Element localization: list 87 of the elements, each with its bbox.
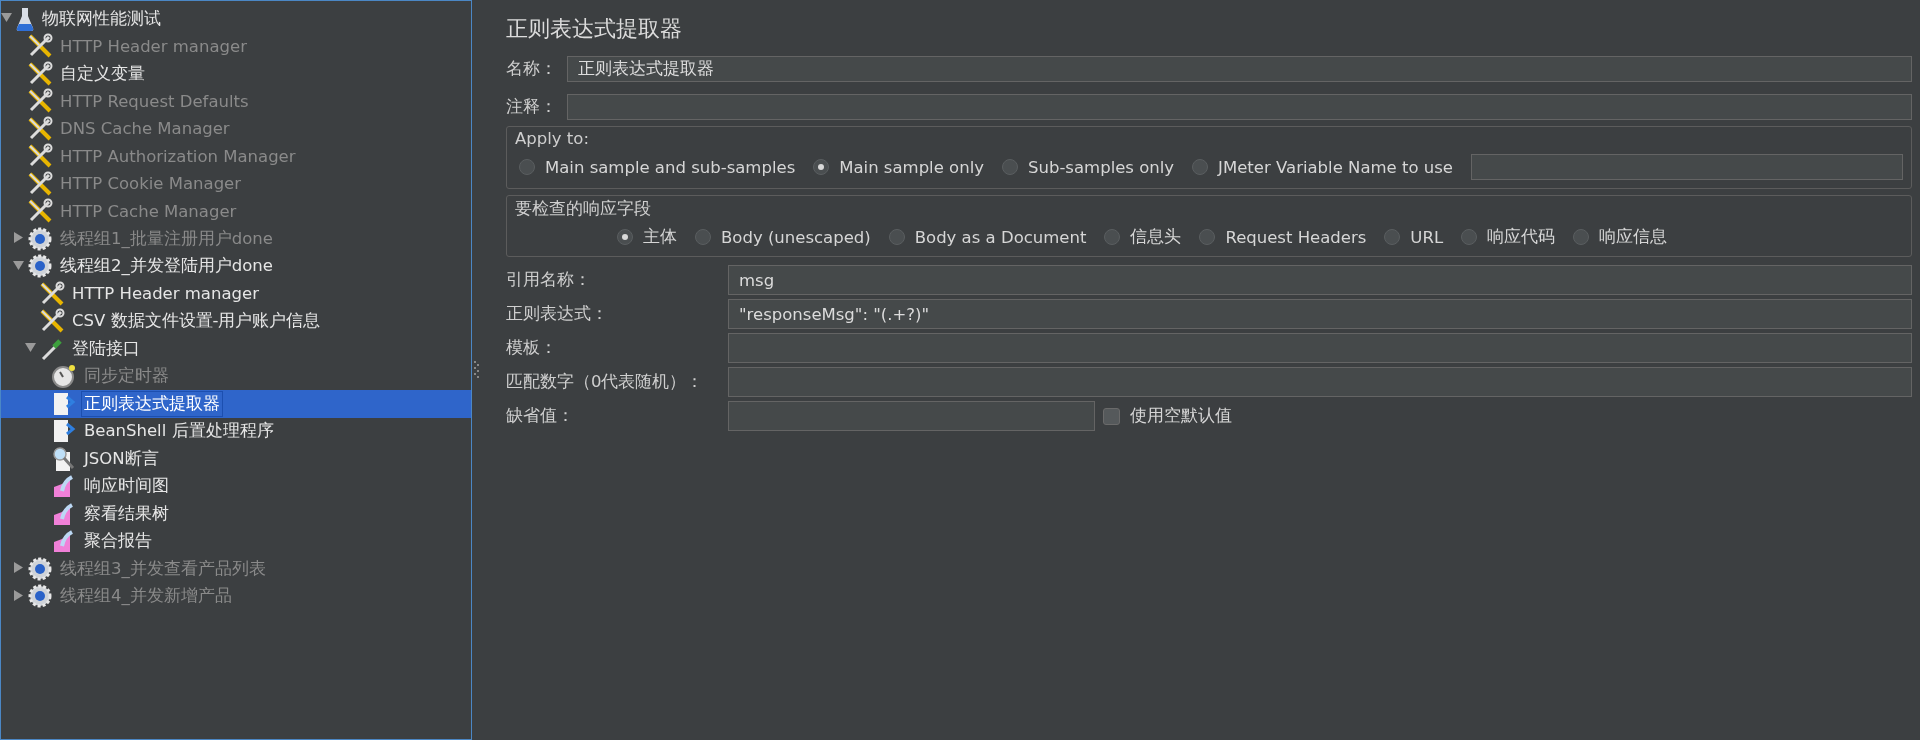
- tree-item-label: 察看结果树: [83, 502, 170, 525]
- tree-row[interactable]: 线程组2_并发登陆用户done: [1, 252, 471, 280]
- default-value-field[interactable]: [728, 401, 1095, 431]
- group-legend: Apply to:: [515, 129, 1903, 148]
- param-field[interactable]: msg: [728, 265, 1912, 295]
- radio-option[interactable]: Body (unescaped): [695, 227, 871, 247]
- radio-option[interactable]: JMeter Variable Name to use: [1192, 157, 1453, 177]
- flask-icon: [15, 5, 35, 32]
- radio-option[interactable]: 信息头: [1104, 226, 1182, 248]
- tree-row[interactable]: BeanShell 后置处理程序: [1, 417, 471, 445]
- tree-item-label: HTTP Header manager: [71, 283, 260, 306]
- tree-row[interactable]: CSV 数据文件设置-用户账户信息: [1, 307, 471, 335]
- tree-item-label: DNS Cache Manager: [59, 118, 231, 141]
- tree-row[interactable]: 聚合报告: [1, 527, 471, 555]
- tree-item-label: 线程组1_批量注册用户done: [59, 227, 274, 250]
- tree-row[interactable]: 察看结果树: [1, 500, 471, 528]
- radio-option[interactable]: URL: [1384, 227, 1444, 247]
- radio-option[interactable]: Request Headers: [1199, 227, 1367, 247]
- wrench-screwdriver-icon: [27, 88, 53, 115]
- wrench-screwdriver-icon: [27, 33, 53, 60]
- comment-label: 注释：: [506, 96, 557, 118]
- tree-row[interactable]: 正则表达式提取器: [1, 390, 471, 418]
- param-label: 正则表达式：: [506, 303, 609, 325]
- document-arrow-icon: [51, 390, 77, 417]
- expanded-arrow-icon[interactable]: [25, 342, 36, 354]
- tree-row[interactable]: HTTP Header manager: [1, 280, 471, 308]
- wrench-screwdriver-icon: [27, 170, 53, 197]
- expanded-arrow-icon[interactable]: [1, 12, 12, 24]
- editor-title: 正则表达式提取器: [506, 15, 683, 43]
- expanded-arrow-icon[interactable]: [13, 259, 24, 271]
- name-field[interactable]: 正则表达式提取器: [567, 56, 1912, 82]
- param-field[interactable]: [728, 333, 1912, 363]
- tree-item-label: 线程组2_并发登陆用户done: [59, 255, 274, 278]
- radio-option[interactable]: Main sample only: [813, 157, 984, 177]
- param-field[interactable]: [728, 367, 1912, 397]
- radio-option[interactable]: Main sample and sub-samples: [519, 157, 796, 177]
- gear-icon: [27, 253, 53, 280]
- param-label: 引用名称：: [506, 269, 592, 291]
- tree-item-label: HTTP Cookie Manager: [59, 173, 243, 196]
- splitter-grip-icon[interactable]: [474, 361, 480, 379]
- gear-icon: [27, 555, 53, 582]
- tree-row[interactable]: 自定义变量: [1, 60, 471, 88]
- tree-item-label: CSV 数据文件设置-用户账户信息: [71, 310, 322, 333]
- param-label: 模板：: [506, 337, 558, 359]
- stopwatch-icon: [51, 363, 77, 390]
- tree-item-label: JSON断言: [82, 447, 160, 470]
- tree-item-label: HTTP Authorization Manager: [59, 145, 297, 168]
- tree-item-label: 自定义变量: [59, 62, 146, 85]
- param-field[interactable]: "responseMsg": "(.+?)": [728, 299, 1912, 329]
- radio-option[interactable]: 响应代码: [1461, 226, 1556, 248]
- param-label: 匹配数字（0代表随机）：: [506, 371, 705, 393]
- tree-row[interactable]: 物联网性能测试: [1, 5, 471, 33]
- tree-item-label: 登陆接口: [71, 337, 141, 360]
- wrench-screwdriver-icon: [39, 280, 65, 307]
- wrench-screwdriver-icon: [39, 308, 65, 335]
- variable-name-field[interactable]: [1471, 154, 1903, 180]
- wrench-screwdriver-icon: [27, 60, 53, 87]
- name-label: 名称：: [506, 58, 557, 80]
- tree-row[interactable]: 登陆接口: [1, 335, 471, 363]
- wrench-screwdriver-icon: [27, 198, 53, 225]
- tree-item-label: HTTP Cache Manager: [59, 200, 238, 223]
- tree-row[interactable]: JSON断言: [1, 445, 471, 473]
- tree-item-label: BeanShell 后置处理程序: [83, 420, 275, 443]
- tree-item-label: 物联网性能测试: [41, 7, 162, 30]
- wrench-screwdriver-icon: [27, 143, 53, 170]
- tree-item-label: 同步定时器: [83, 365, 170, 388]
- tree-item-label: 线程组3_并发查看产品列表: [59, 557, 267, 580]
- tree-item-label: 聚合报告: [83, 530, 153, 553]
- tree-row[interactable]: 响应时间图: [1, 472, 471, 500]
- default-value-label: 缺省值：: [506, 405, 575, 427]
- wrench-screwdriver-icon: [27, 115, 53, 142]
- gear-icon: [27, 583, 53, 610]
- tree-item-label: 响应时间图: [83, 475, 170, 498]
- gear-icon: [27, 225, 53, 252]
- tree-item-label: 正则表达式提取器: [81, 390, 223, 417]
- magnifier-icon: [51, 445, 77, 472]
- tree-item-label: HTTP Request Defaults: [59, 90, 250, 113]
- tree-item-label: HTTP Header manager: [59, 35, 248, 58]
- group-legend: 要检查的响应字段: [515, 198, 1903, 220]
- document-arrow-icon: [51, 418, 77, 445]
- radio-option[interactable]: 主体: [617, 226, 677, 248]
- empty-default-checkbox[interactable]: 使用空默认值: [1103, 405, 1232, 427]
- tree-item-label: 线程组4_并发新增产品: [59, 585, 233, 608]
- comment-field[interactable]: [567, 94, 1912, 120]
- radio-option[interactable]: Body as a Document: [888, 227, 1087, 247]
- radio-option[interactable]: Sub-samples only: [1002, 157, 1175, 177]
- radio-option[interactable]: 响应信息: [1573, 226, 1668, 248]
